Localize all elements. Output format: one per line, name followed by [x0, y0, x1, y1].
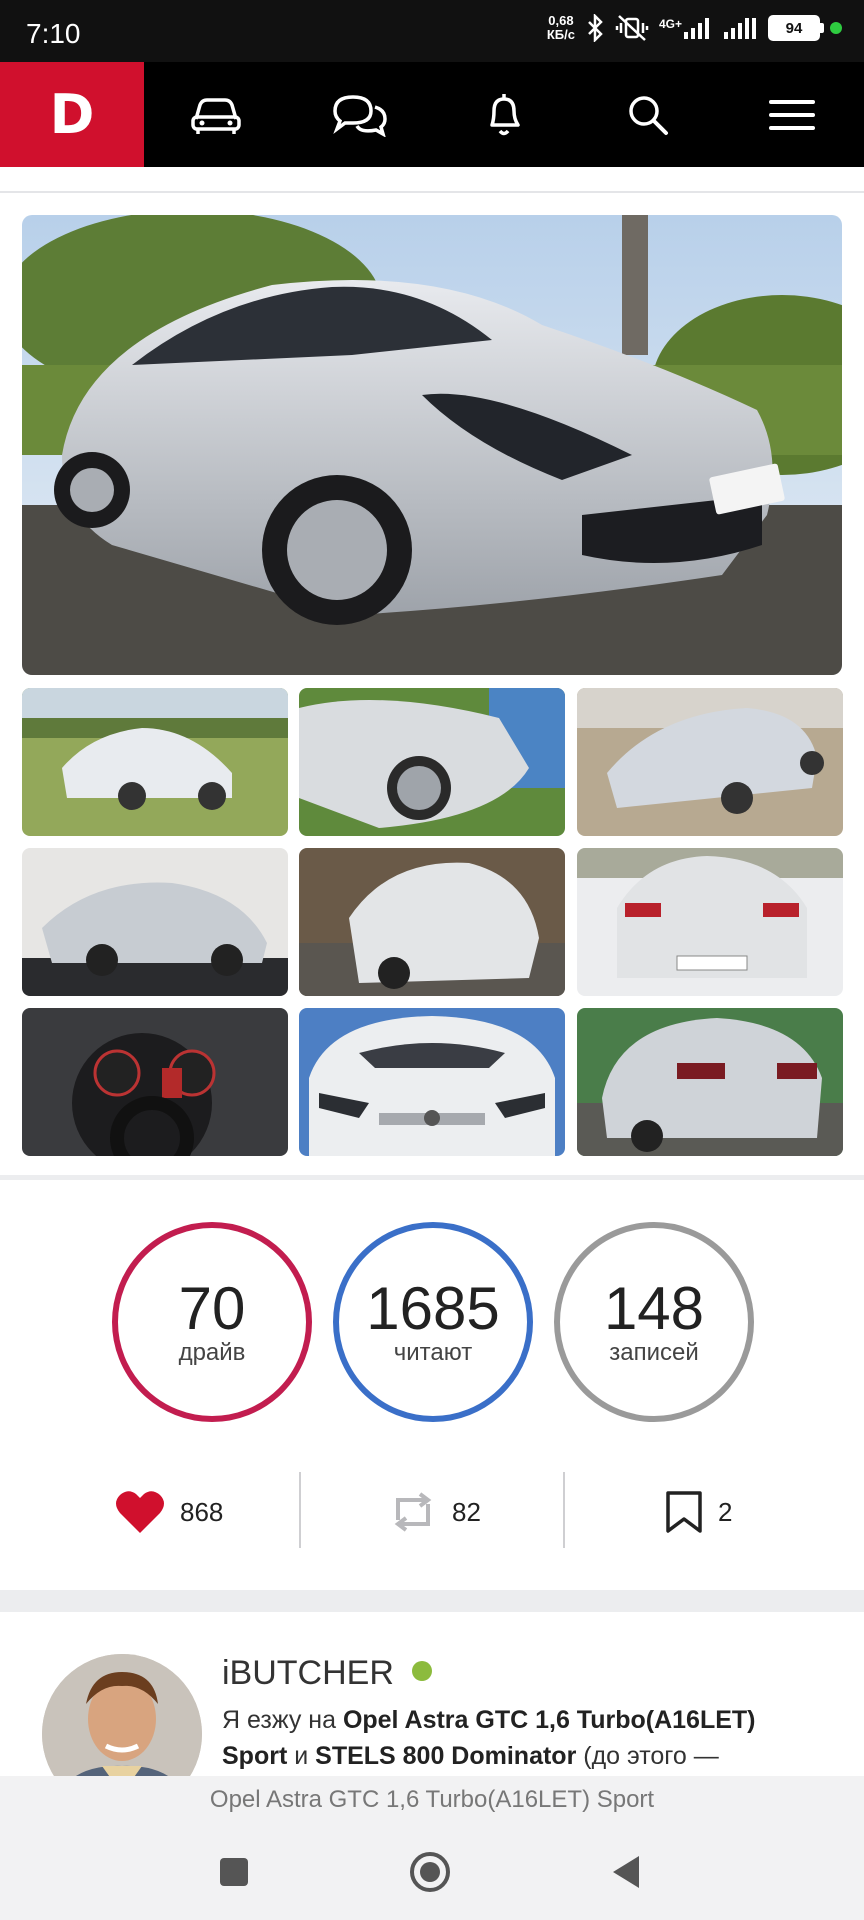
- bell-icon: [490, 93, 520, 135]
- car-photo-thumb[interactable]: [22, 1008, 288, 1156]
- signal-4g: 4G+: [659, 17, 714, 39]
- logo-letter: D: [49, 83, 95, 146]
- car-photo-thumb[interactable]: [577, 688, 843, 836]
- status-bar: 7:10 0,68 КБ/с 4G+ 94: [0, 0, 864, 62]
- car-photo-thumb[interactable]: [22, 848, 288, 996]
- menu-icon: [769, 99, 815, 130]
- mute-vibrate-icon: [615, 15, 649, 41]
- heart-icon: [116, 1491, 164, 1533]
- drive-stat[interactable]: 70 драйв: [112, 1222, 312, 1422]
- bookmark-button[interactable]: 2: [664, 1472, 732, 1552]
- signal-icon-2: [724, 18, 756, 39]
- bio-car-link[interactable]: STELS 800 Dominator: [315, 1742, 576, 1770]
- action-divider: [563, 1472, 565, 1548]
- repost-button[interactable]: 82: [388, 1472, 481, 1552]
- followers-label: читают: [393, 1339, 473, 1366]
- car-photo-thumb[interactable]: [299, 1008, 565, 1156]
- home-circle-icon: [410, 1852, 450, 1892]
- car-photo-thumb[interactable]: [22, 688, 288, 836]
- top-navbar: D: [0, 62, 864, 167]
- bio-text: и: [287, 1742, 316, 1770]
- car-photo-thumb[interactable]: [299, 688, 565, 836]
- messages-button[interactable]: [288, 62, 432, 167]
- drive-label: драйв: [178, 1339, 246, 1366]
- back-button[interactable]: [576, 1824, 676, 1920]
- recents-button[interactable]: [184, 1824, 284, 1920]
- net-speed-value: 0,68: [548, 13, 574, 28]
- main-car-photo[interactable]: [22, 215, 842, 675]
- battery-icon: 94: [768, 15, 824, 41]
- posts-count: 148: [603, 1275, 705, 1342]
- chat-icon: [333, 94, 387, 137]
- posts-label: записей: [609, 1339, 699, 1366]
- car-photo-thumb[interactable]: [299, 848, 565, 996]
- bio-text: Я езжу на: [222, 1706, 343, 1734]
- bluetooth-icon: [588, 14, 603, 42]
- net-speed-unit: КБ/с: [546, 27, 575, 42]
- like-button[interactable]: 868: [114, 1472, 223, 1552]
- drive-count: 70: [178, 1275, 246, 1342]
- search-button[interactable]: [576, 62, 720, 167]
- signal-icon: [684, 18, 709, 39]
- notifications-button[interactable]: [432, 62, 576, 167]
- username[interactable]: iBUTCHER: [222, 1654, 394, 1693]
- net-speed: 0,68 КБ/с: [547, 14, 575, 42]
- bio-text: (до этого —: [576, 1742, 719, 1770]
- followers-count: 1685: [366, 1275, 500, 1342]
- battery-level: 94: [785, 19, 803, 37]
- menu-button[interactable]: [720, 62, 864, 167]
- status-time: 7:10: [26, 18, 81, 49]
- bookmark-icon: [666, 1491, 702, 1533]
- square-icon: [220, 1858, 248, 1886]
- search-icon: [629, 95, 668, 135]
- car-photo-thumb[interactable]: [577, 1008, 843, 1156]
- followers-stat[interactable]: 1685 читают: [333, 1222, 533, 1422]
- repost-icon: [394, 1492, 432, 1532]
- bookmarks-count: 2: [718, 1496, 733, 1527]
- likes-count: 868: [180, 1496, 224, 1527]
- car-photo-thumb[interactable]: [577, 848, 843, 996]
- back-triangle-icon: [613, 1856, 639, 1888]
- action-divider: [299, 1472, 301, 1548]
- online-indicator: [412, 1661, 432, 1681]
- posts-stat[interactable]: 148 записей: [554, 1222, 754, 1422]
- car-icon: [191, 97, 241, 134]
- network-type: 4G+: [658, 17, 682, 31]
- drive2-logo[interactable]: D: [0, 62, 144, 167]
- home-button[interactable]: [380, 1824, 480, 1920]
- previous-card-edge: [0, 167, 864, 193]
- user-bio: Я езжу на Opel Astra GTC 1,6 Turbo(A16LE…: [222, 1702, 822, 1774]
- system-navigation-bar: [0, 1824, 864, 1920]
- reposts-count: 82: [452, 1496, 481, 1527]
- car-title-bar[interactable]: Opel Astra GTC 1,6 Turbo(A16LET) Sport: [0, 1776, 864, 1824]
- privacy-dot: [830, 22, 842, 34]
- garage-button[interactable]: [144, 62, 288, 167]
